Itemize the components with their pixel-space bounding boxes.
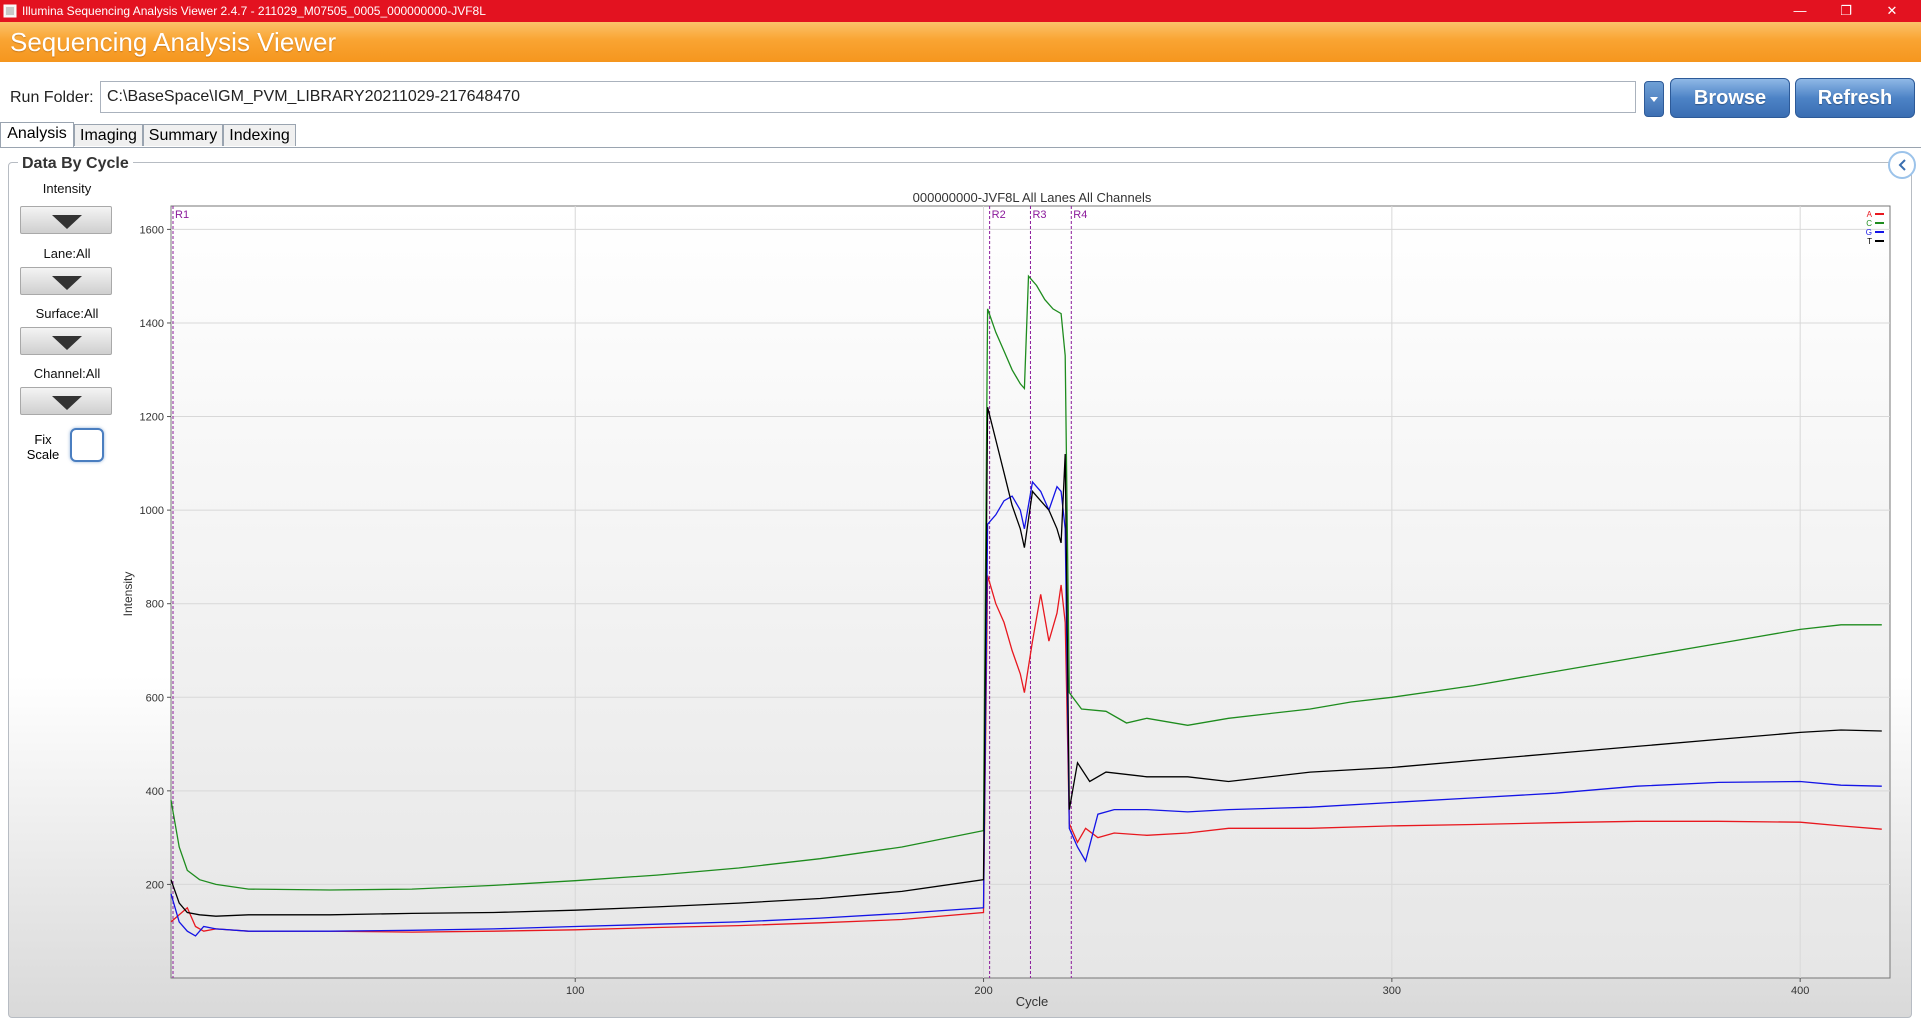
fix-scale-label: Fix Scale [26, 432, 60, 462]
read-marker-label: R4 [1073, 209, 1087, 221]
restore-button[interactable]: ❐ [1823, 0, 1869, 22]
browse-button[interactable]: Browse [1670, 78, 1790, 118]
y-tick-label: 400 [146, 786, 164, 798]
chevron-down-icon [52, 336, 82, 350]
run-folder-dropdown-button[interactable] [1644, 81, 1664, 117]
chevron-down-icon [1650, 97, 1658, 102]
metric-dropdown[interactable] [20, 206, 112, 234]
lane-label: Lane:All [43, 246, 91, 261]
y-tick-label: 1200 [140, 412, 164, 424]
legend-label: G [1866, 228, 1872, 237]
y-axis-ticks: 200 400 600 800 1000 1200 1400 1600 [140, 224, 171, 891]
tab-analysis[interactable]: Analysis [0, 122, 74, 148]
x-tick-label: 100 [566, 985, 584, 997]
legend-label: C [1866, 219, 1872, 228]
tab-indexing[interactable]: Indexing [223, 124, 296, 146]
x-tick-label: 400 [1791, 985, 1809, 997]
app-header: Sequencing Analysis Viewer [0, 22, 1921, 62]
lane-dropdown[interactable] [20, 267, 112, 295]
y-axis-label: Intensity [121, 572, 135, 617]
metric-label: Intensity [42, 181, 92, 196]
app-title: Sequencing Analysis Viewer [10, 27, 337, 57]
chevron-down-icon [52, 396, 82, 410]
read-marker-label: R3 [1032, 209, 1046, 221]
y-tick-label: 1000 [140, 505, 164, 517]
x-axis-ticks: 100 200 300 400 [566, 978, 1809, 997]
x-axis-label: Cycle [1016, 994, 1049, 1009]
close-button[interactable]: ✕ [1869, 0, 1915, 22]
tab-summary[interactable]: Summary [143, 124, 223, 146]
channel-label: Channel:All [33, 366, 101, 381]
x-tick-label: 200 [974, 985, 992, 997]
chart-title: 000000000-JVF8L All Lanes All Channels [913, 190, 1152, 205]
refresh-button[interactable]: Refresh [1795, 78, 1915, 118]
run-folder-label: Run Folder: [10, 89, 94, 106]
minimize-button[interactable]: — [1777, 0, 1823, 22]
y-tick-label: 600 [146, 692, 164, 704]
read-marker-label: R2 [992, 209, 1006, 221]
collapse-panel-button[interactable] [1888, 151, 1916, 179]
read-marker-label: R1 [175, 209, 189, 221]
tab-imaging[interactable]: Imaging [74, 124, 143, 146]
surface-dropdown[interactable] [20, 327, 112, 355]
app-icon [3, 4, 17, 18]
y-tick-label: 1400 [140, 318, 164, 330]
chevron-left-icon [1898, 159, 1906, 171]
y-tick-label: 1600 [140, 224, 164, 236]
legend-label: A [1867, 210, 1873, 219]
legend-label: T [1867, 237, 1872, 246]
panel-title: Data By Cycle [18, 155, 133, 173]
chevron-down-icon [52, 215, 82, 229]
tab-strip-divider [0, 147, 1921, 148]
surface-label: Surface:All [35, 306, 99, 321]
fix-scale-checkbox[interactable] [70, 428, 104, 462]
y-tick-label: 200 [146, 879, 164, 891]
intensity-by-cycle-chart: 000000000-JVF8L All Lanes All Channels 2… [121, 190, 1891, 1009]
chevron-down-icon [52, 276, 82, 290]
y-tick-label: 800 [146, 599, 164, 611]
x-tick-label: 300 [1383, 985, 1401, 997]
channel-dropdown[interactable] [20, 387, 112, 415]
window-titlebar: Illumina Sequencing Analysis Viewer 2.4.… [0, 0, 1921, 22]
run-folder-input[interactable] [100, 81, 1636, 113]
window-title: Illumina Sequencing Analysis Viewer 2.4.… [22, 4, 486, 18]
